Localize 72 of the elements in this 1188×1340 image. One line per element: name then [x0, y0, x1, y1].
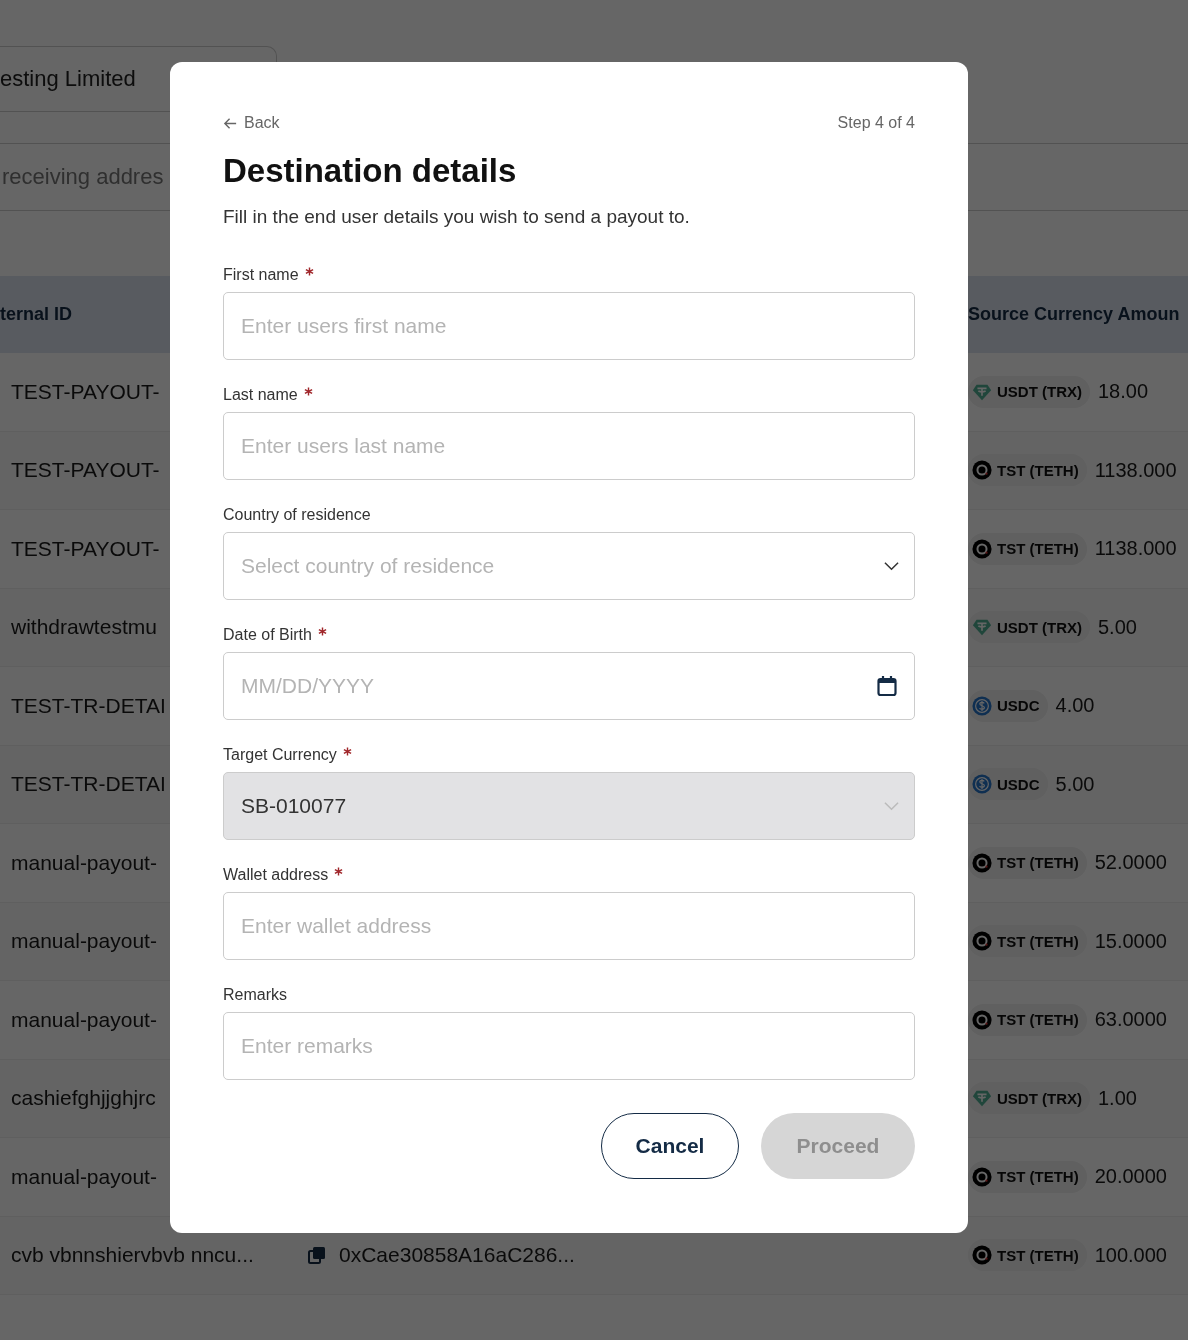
coin-icon: [972, 538, 992, 559]
amount-text: 1138.000: [1094, 537, 1177, 561]
table-cell-text: withdrawtestmu: [10, 615, 157, 640]
field-label: Target Currency: [223, 746, 337, 764]
currency-badge: USDT (TRX): [968, 1082, 1090, 1115]
coin-icon: [972, 695, 992, 716]
coin-icon: [972, 617, 992, 638]
amount-text: 15.0000: [1094, 929, 1167, 953]
amount-text: 5.00: [1055, 772, 1095, 796]
table-cell: 0xCae30858A16aC286...: [339, 1243, 575, 1268]
coin-icon: [972, 1166, 992, 1187]
amount-text: 100.000: [1094, 1243, 1167, 1267]
table-cell-text: manual-payout-: [10, 1164, 157, 1189]
text-field[interactable]: Enter users first name: [223, 292, 915, 360]
coin-icon: [972, 1245, 992, 1266]
date-field[interactable]: MM/DD/YYYY: [223, 652, 915, 720]
column-header: Source Currency Amoun: [968, 304, 1180, 325]
calendar-icon: [877, 675, 897, 697]
field-label: Country of residence: [223, 506, 371, 524]
table-cell-text: manual-payout-: [10, 850, 157, 875]
table-cell-text: manual-payout-: [10, 929, 157, 954]
column-header: ternal ID: [0, 304, 73, 325]
amount-text: 4.00: [1055, 694, 1095, 718]
coin-icon: [972, 852, 992, 873]
field-label: Last name: [223, 386, 298, 404]
dialog-title: Destination details: [223, 152, 518, 190]
chevron-down-icon: [884, 801, 899, 811]
currency-badge: USDT (TRX): [968, 611, 1090, 644]
table-cell-text: manual-payout-: [10, 1007, 157, 1032]
currency-badge: USDC: [968, 768, 1048, 801]
table-cell-text: cvb vbnnshiervbvb nncu...: [10, 1243, 254, 1268]
dialog-subtitle: Fill in the end user details you wish to send a payout to.: [223, 206, 691, 228]
coin-icon: [972, 1009, 992, 1030]
currency-badge: TST (TETH): [968, 1003, 1087, 1036]
coin-icon: [972, 931, 992, 952]
text-field[interactable]: Enter remarks: [223, 1012, 915, 1080]
currency-badge: TST (TETH): [968, 454, 1087, 487]
table-cell-text: cashiefghjjghjrc: [10, 1086, 156, 1111]
table-cell-text: TEST-PAYOUT-: [10, 379, 160, 404]
coin-icon: [972, 774, 992, 795]
amount-text: 63.0000: [1094, 1008, 1167, 1032]
currency-badge: TST (TETH): [968, 846, 1087, 879]
amount-text: 20.0000: [1094, 1165, 1167, 1189]
select-field[interactable]: Select country of residence: [223, 532, 915, 600]
currency-badge: TST (TETH): [968, 1239, 1087, 1272]
chevron-down-icon: [884, 561, 899, 571]
table-cell-text: TEST-TR-DETAI: [10, 693, 166, 718]
currency-badge: TST (TETH): [968, 925, 1087, 958]
amount-text: 52.0000: [1094, 851, 1167, 875]
currency-badge: TST (TETH): [968, 1160, 1087, 1193]
field-label: Remarks: [223, 986, 287, 1004]
back-link[interactable]: Back: [223, 114, 280, 132]
currency-badge: TST (TETH): [968, 532, 1087, 565]
coin-icon: [972, 1088, 992, 1109]
amount-text: 18.00: [1098, 380, 1149, 404]
field-label: Wallet address: [223, 866, 329, 884]
amount-text: 5.00: [1098, 615, 1137, 639]
table-cell-text: TEST-PAYOUT-: [10, 458, 160, 483]
table-cell-text: TEST-TR-DETAI: [10, 772, 166, 797]
amount-text: 1.00: [1098, 1086, 1137, 1110]
text-field[interactable]: Enter wallet address: [223, 892, 915, 960]
coin-icon: [972, 460, 992, 481]
currency-badge: USDC: [968, 689, 1048, 722]
amount-text: 1138.000: [1094, 458, 1177, 482]
field-label: First name: [223, 266, 299, 284]
table-cell-text: TEST-PAYOUT-: [10, 536, 160, 561]
step-indicator: Step 4 of 4: [837, 114, 915, 132]
currency-badge: USDT (TRX): [968, 375, 1090, 408]
cancel-button[interactable]: Cancel: [601, 1113, 739, 1179]
copy-icon[interactable]: [307, 1245, 327, 1266]
field-label: Date of Birth: [223, 626, 312, 644]
text-field[interactable]: Enter users last name: [223, 412, 915, 480]
